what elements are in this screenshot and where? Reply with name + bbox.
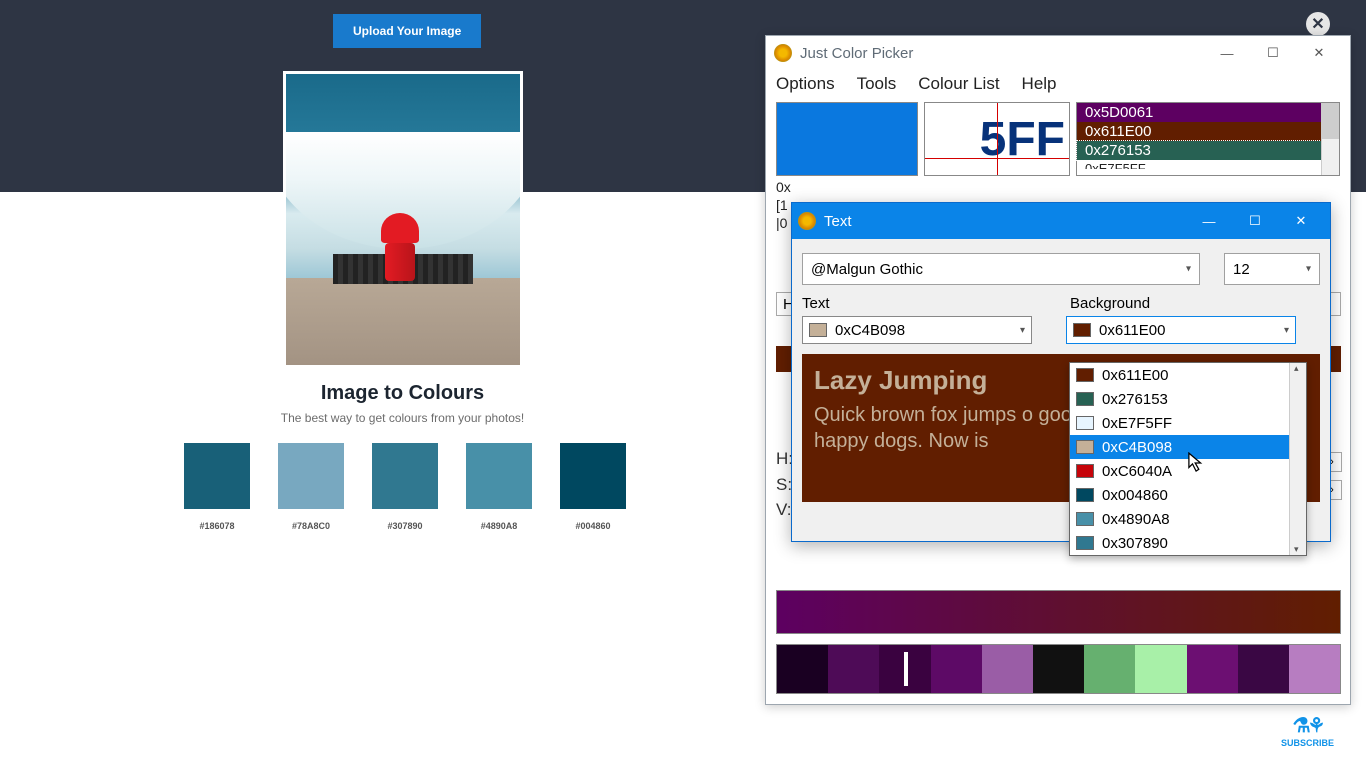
background-color-label: Background [1070,295,1150,312]
bg-color-chip [1073,323,1091,337]
dropdown-option[interactable]: 0x611E00 [1070,363,1306,387]
history-item[interactable]: 0x276153 [1077,141,1321,160]
palette-swatches: #186078 #78A8C0 #307890 #4890A8 #004860 [184,443,626,531]
dropdown-scrollbar[interactable] [1289,363,1306,555]
menu-colour-list[interactable]: Colour List [918,74,999,94]
chevron-down-icon: ▾ [1186,264,1191,275]
page-title: Image to Colours [0,382,805,405]
minimize-button[interactable]: ― [1204,38,1250,68]
upload-button[interactable]: Upload Your Image [333,14,481,48]
text-minimize-button[interactable]: ― [1186,203,1232,239]
text-color-label: Text [802,295,1070,312]
menu-tools[interactable]: Tools [857,74,897,94]
cursor-icon [1188,452,1206,474]
image-to-colours-header: Image to Colours The best way to get col… [0,382,805,425]
color-swatch[interactable]: #307890 [372,443,438,531]
chevron-down-icon: ▾ [1284,325,1289,336]
page-subtitle: The best way to get colours from your ph… [0,411,805,425]
palette-cell[interactable] [1187,645,1238,693]
jcp-app-icon [774,44,792,62]
text-title-text: Text [824,213,1186,230]
chevron-down-icon: ▾ [1306,264,1311,275]
font-family-select[interactable]: @Malgun Gothic ▾ [802,253,1200,285]
bg-color-value: 0x611E00 [1099,322,1165,339]
current-color-preview [776,102,918,176]
text-color-value: 0xC4B098 [835,322,905,339]
palette-cell[interactable] [1084,645,1135,693]
text-app-icon [798,212,816,230]
dropdown-option[interactable]: 0xE7F5FF [1070,411,1306,435]
color-swatch[interactable]: #004860 [560,443,626,531]
maximize-button[interactable]: ☐ [1250,38,1296,68]
text-close-button[interactable]: ✕ [1278,203,1324,239]
text-titlebar[interactable]: Text ― ☐ ✕ [792,203,1330,239]
close-icon[interactable]: ✕ [1306,12,1330,36]
dropdown-option[interactable]: 0x276153 [1070,387,1306,411]
jcp-titlebar[interactable]: Just Color Picker ― ☐ ✕ [766,36,1350,70]
uploaded-image [283,71,523,368]
gradient-bar[interactable] [776,590,1341,634]
subscribe-label: SUBSCRIBE [1281,738,1334,748]
color-swatch[interactable]: #4890A8 [466,443,532,531]
history-item[interactable]: 0xE7F5FF [1077,160,1321,169]
color-history: 0x5D00610x611E000x2761530xE7F5FF [1076,102,1340,176]
palette-cell[interactable] [879,645,930,693]
dna-icon: ⚗⚘ [1281,713,1334,738]
history-item[interactable]: 0x611E00 [1077,122,1321,141]
dropdown-option[interactable]: 0x307890 [1070,531,1306,555]
text-maximize-button[interactable]: ☐ [1232,203,1278,239]
history-scrollbar[interactable] [1321,103,1339,175]
palette-cell[interactable] [1135,645,1186,693]
color-swatch[interactable]: #78A8C0 [278,443,344,531]
font-size-value: 12 [1233,261,1250,278]
close-button[interactable]: ✕ [1296,38,1342,68]
palette-cell[interactable] [828,645,879,693]
palette-cell[interactable] [1238,645,1289,693]
jcp-menubar: Options Tools Colour List Help [766,70,1350,100]
menu-help[interactable]: Help [1022,74,1057,94]
history-item[interactable]: 0x5D0061 [1077,103,1321,122]
background-color-select[interactable]: 0x611E00 ▾ [1066,316,1296,344]
dropdown-option[interactable]: 0x4890A8 [1070,507,1306,531]
zoom-preview: 5FF [924,102,1070,176]
text-color-select[interactable]: 0xC4B098 ▾ [802,316,1032,344]
tint-palette[interactable] [776,644,1341,694]
palette-cell[interactable] [931,645,982,693]
palette-cell[interactable] [1289,645,1340,693]
color-swatch[interactable]: #186078 [184,443,250,531]
jcp-title-text: Just Color Picker [800,45,1204,62]
menu-options[interactable]: Options [776,74,835,94]
chevron-down-icon: ▾ [1020,325,1025,336]
font-family-value: @Malgun Gothic [811,261,923,278]
palette-cell[interactable] [777,645,828,693]
palette-cell[interactable] [1033,645,1084,693]
palette-cell[interactable] [982,645,1033,693]
text-color-chip [809,323,827,337]
font-size-select[interactable]: 12 ▾ [1224,253,1320,285]
dropdown-option[interactable]: 0x004860 [1070,483,1306,507]
subscribe-badge[interactable]: ⚗⚘ SUBSCRIBE [1281,713,1334,748]
